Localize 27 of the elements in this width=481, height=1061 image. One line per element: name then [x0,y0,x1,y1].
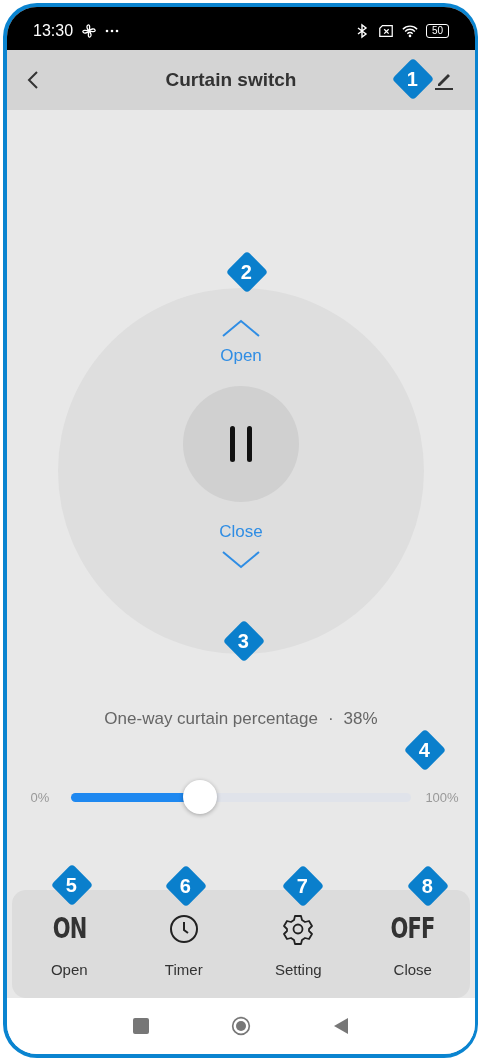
clock-icon[interactable] [167,912,200,945]
square-icon[interactable] [131,1016,151,1036]
chevron-up-icon[interactable] [221,318,261,338]
separator-dot: · [327,709,334,729]
chevron-down-icon[interactable] [221,550,261,570]
no-sim-icon [377,22,394,39]
battery-level: 50 [425,23,449,38]
action-label[interactable]: Close [393,960,432,978]
status-time: 13:30 [33,21,74,40]
min-label: 0% [29,789,51,805]
fan-icon [81,22,98,39]
home-icon[interactable] [231,1016,251,1036]
action-label[interactable]: Open [50,960,88,978]
slider-thumb[interactable] [183,780,218,814]
percentage-slider[interactable] [71,779,411,815]
percentage-value: 38% [343,709,378,729]
percentage-label: One-way curtain percentage [104,709,318,729]
wifi-icon [401,22,418,39]
action-label[interactable]: Setting [274,960,322,978]
action-label[interactable]: Timer [164,960,203,978]
page-title: Curtain switch [164,69,298,91]
more-icon [105,28,120,33]
max-label: 100% [424,789,460,805]
switch-glyph[interactable]: ON [52,912,87,945]
switch-glyph[interactable]: OFF [390,912,435,945]
gear-icon[interactable] [282,912,315,945]
back-icon[interactable] [27,70,39,90]
